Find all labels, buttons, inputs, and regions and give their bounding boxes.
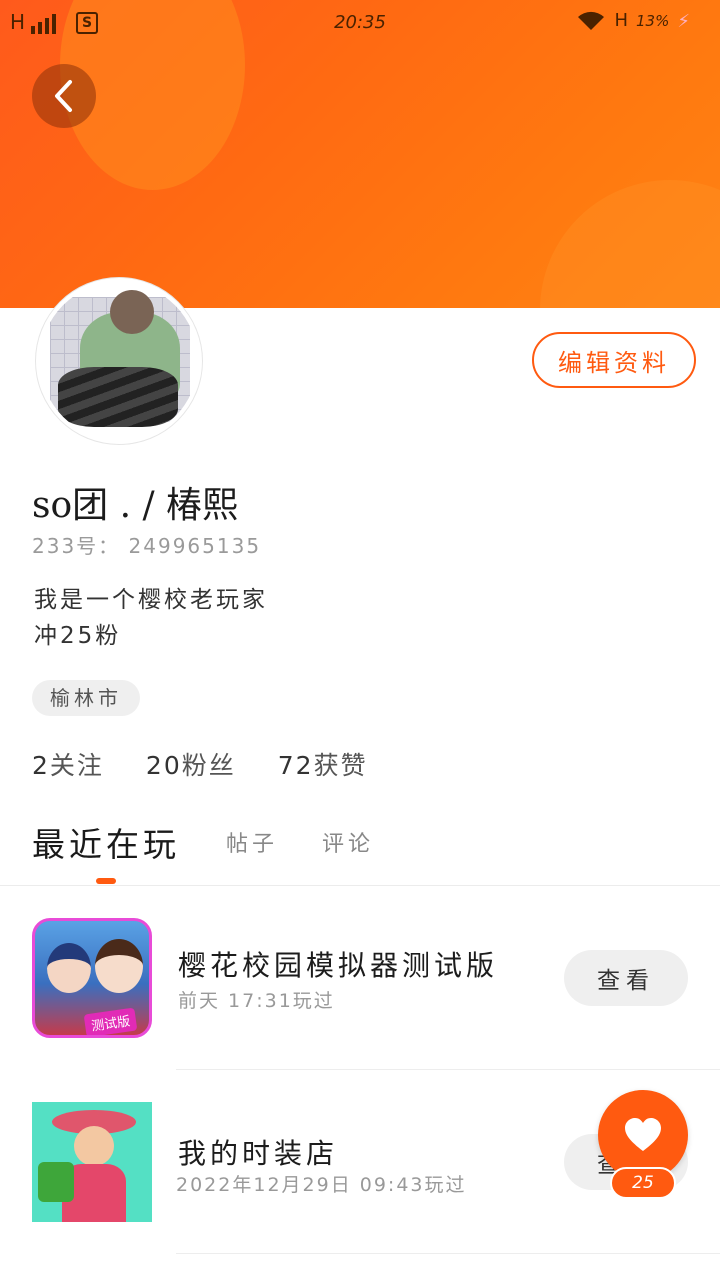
game-title: 樱花校园模拟器测试版 [178, 949, 499, 982]
back-button[interactable] [32, 64, 96, 128]
bio-line: 冲25粉 [34, 623, 122, 649]
view-button[interactable]: 查看 [564, 950, 688, 1006]
game-icon-tag: 测试版 [83, 1007, 138, 1035]
avatar-figure-legs [58, 367, 178, 427]
stat-following[interactable]: 2关注 [32, 746, 104, 782]
heart-icon [625, 1118, 661, 1151]
edit-profile-button[interactable]: 编辑资料 [532, 332, 696, 388]
last-played: 2022年12月29日 09:43玩过 [176, 1174, 467, 1196]
list-item[interactable]: 测试版 樱花校园模拟器测试版 前天 17:31玩过 查看 [0, 886, 720, 1070]
tab-active-indicator [96, 878, 116, 884]
username: so团 . / 椿熙 [32, 485, 239, 526]
stat-number: 72 [277, 751, 314, 780]
stats-row: 2关注 20粉丝 72获赞 [32, 746, 368, 782]
game-icon[interactable]: 测试版 [32, 918, 152, 1038]
avatar-head [110, 290, 154, 334]
game-icon-character [47, 943, 91, 993]
status-right: H 13% ⚡ [576, 10, 690, 32]
wifi-icon [578, 11, 605, 30]
avatar[interactable] [36, 278, 202, 444]
network-type-right: H [614, 10, 629, 31]
status-bar: H S 20:35 H 13% ⚡ [0, 0, 720, 46]
last-played: 前天 17:31玩过 [178, 990, 335, 1012]
location-tag: 榆林市 [32, 680, 140, 716]
stat-label: 粉丝 [181, 751, 236, 780]
stat-number: 20 [145, 751, 182, 780]
banner-decoration [540, 180, 720, 308]
stat-followers[interactable]: 20粉丝 [146, 746, 236, 782]
bio: 我是一个樱校老玩家 冲25粉 [34, 582, 268, 654]
game-title: 我的时装店 [178, 1137, 339, 1170]
divider [176, 1253, 720, 1254]
like-count-badge: 25 [610, 1167, 676, 1199]
battery-percent: 13% [636, 12, 670, 30]
profile-banner: H S 20:35 H 13% ⚡ [0, 0, 720, 308]
stat-likes[interactable]: 72获赞 [278, 746, 368, 782]
tab-posts[interactable]: 帖子 [226, 826, 278, 858]
chevron-left-icon [55, 80, 72, 112]
user-id: 233号： 249965135 [32, 534, 262, 558]
game-icon-cash [38, 1162, 74, 1202]
bio-line: 我是一个樱校老玩家 [34, 587, 268, 613]
stat-number: 2 [32, 751, 50, 780]
charging-icon: ⚡ [677, 10, 690, 32]
game-icon-character [74, 1126, 114, 1166]
game-icon-character [95, 939, 143, 993]
tab-comments[interactable]: 评论 [322, 826, 374, 858]
stat-label: 获赞 [313, 751, 368, 780]
game-icon[interactable] [32, 1102, 152, 1222]
stat-label: 关注 [49, 751, 104, 780]
tab-recently-played[interactable]: 最近在玩 [32, 818, 180, 866]
profile-tabs: 最近在玩 帖子 评论 [32, 818, 692, 884]
